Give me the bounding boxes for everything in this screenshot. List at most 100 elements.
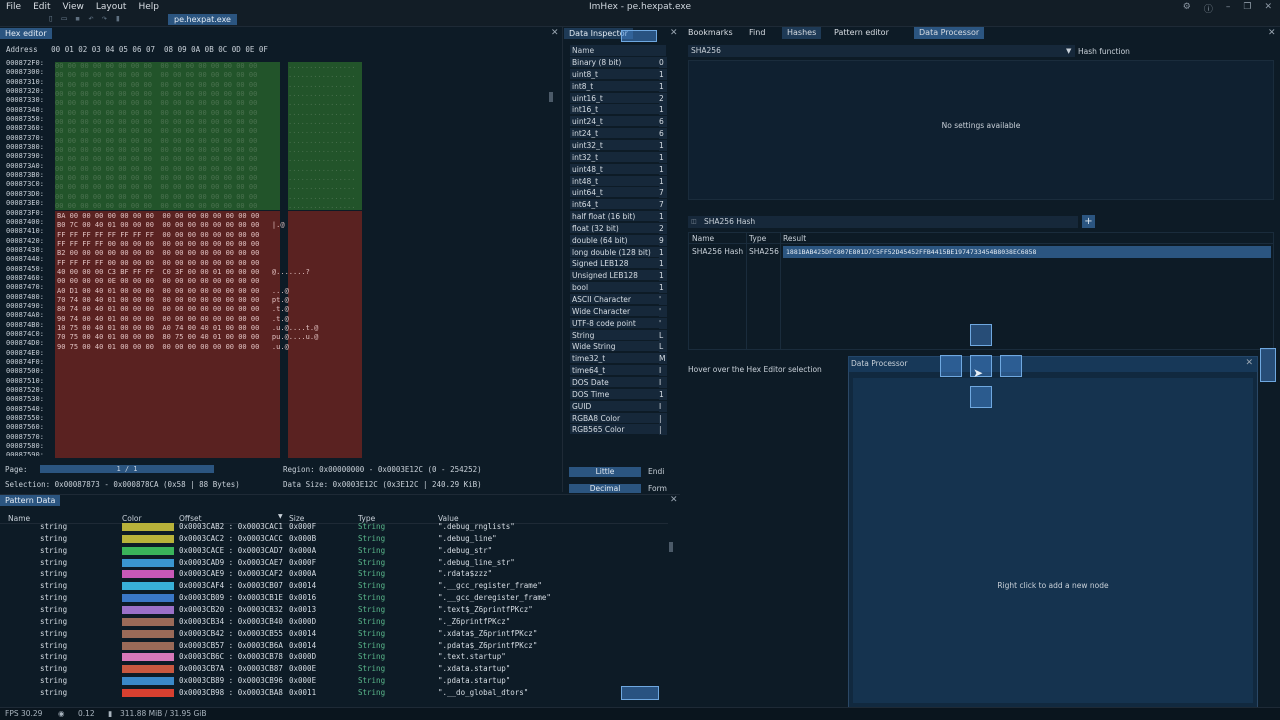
settings-icon[interactable]: ⚙ [1183,2,1191,15]
inspector-row-value[interactable]: 1 [659,139,667,151]
inspector-row-name[interactable]: String [570,329,666,341]
tab-bookmarks[interactable]: Bookmarks [683,27,738,39]
inspector-row-value[interactable]: 1 [659,282,667,294]
right-panel-close-icon[interactable]: ✕ [1268,28,1276,38]
save-icon[interactable]: ▪ [75,14,80,24]
open-file-icon[interactable]: ▭ [61,14,66,24]
inspector-row-name[interactable]: uint8_t [570,68,666,80]
inspector-close-icon[interactable]: ✕ [670,28,678,38]
tab-pattern-editor[interactable]: Pattern editor [829,27,894,39]
inspector-row-name[interactable]: Unsigned LEB128 [570,270,666,282]
dock-right-icon[interactable] [1000,355,1022,377]
inspector-row-name[interactable]: RGB565 Color [570,424,666,436]
add-hash-button[interactable]: + [1082,215,1095,228]
hex-row[interactable]: B0 7C 00 40 01 00 00 00 00 00 00 00 00 0… [57,221,357,230]
hex-row[interactable]: 00 00 00 00 0E 00 00 00 00 00 00 00 00 0… [57,277,357,286]
hex-row[interactable]: FF FF FF FF 00 00 00 00 00 00 00 00 00 0… [57,259,357,268]
inspector-row-name[interactable]: time64_t [570,365,666,377]
redo-icon[interactable]: ↷ [102,14,107,24]
pattern-row[interactable]: string 0x0003CB09 : 0x0003CB1E 0x0016 Strin… [0,592,668,604]
inspector-row-name[interactable]: uint64_t [570,187,666,199]
floating-close-icon[interactable]: ✕ [1245,358,1253,368]
chevron-down-icon[interactable]: ▼ [1066,45,1071,57]
inspector-row-value[interactable]: M [659,353,667,365]
hash-row-result[interactable]: 1881BAB425DFC807E801D7C5FF52D45452FFB441… [783,246,1271,258]
tab-pattern-data[interactable]: Pattern Data [0,495,61,506]
pattern-close-icon[interactable]: ✕ [670,495,678,505]
pattern-row[interactable]: string 0x0003CB20 : 0x0003CB32 0x0013 Strin… [0,604,668,616]
inspector-row-name[interactable]: GUID [570,400,666,412]
dock-top-icon[interactable] [970,324,992,346]
page-slider[interactable]: 1 / 1 [40,465,214,473]
format-toggle[interactable]: Decimal [569,484,641,493]
inspector-row-value[interactable]: L [659,329,667,341]
inspector-row-value[interactable]: ' [659,305,667,317]
inspector-row-name[interactable]: uint32_t [570,139,666,151]
pattern-row[interactable]: string 0x0003CAD9 : 0x0003CAE7 0x000F Strin… [0,557,668,569]
pattern-scrollbar[interactable] [669,542,673,552]
inspector-row-value[interactable]: ' [659,294,667,305]
inspector-row-value[interactable]: ' [659,317,667,329]
inspector-row-name[interactable]: float (32 bit) [570,222,666,234]
inspector-row-value[interactable]: 1 [659,68,667,80]
inspector-row-name[interactable]: uint48_t [570,163,666,175]
inspector-row-value[interactable]: 6 [659,128,667,140]
tab-data-processor[interactable]: Data Processor [914,27,985,39]
inspector-row-name[interactable]: int16_t [570,104,666,116]
pattern-row[interactable]: string 0x0003CB7A : 0x0003CB87 0x000E Strin… [0,663,668,675]
inspector-row-name[interactable]: int48_t [570,175,666,187]
inspector-row-value[interactable]: 1 [659,151,667,163]
info-icon[interactable]: ⓘ [1204,2,1213,15]
endian-toggle[interactable]: Little [569,467,641,477]
pattern-row[interactable]: string 0x0003CB42 : 0x0003CB55 0x0014 Strin… [0,628,668,640]
new-file-icon[interactable]: ▯ [48,14,53,24]
inspector-row-name[interactable]: int24_t [570,128,666,140]
inspector-row-name[interactable]: double (64 bit) [570,234,666,246]
inspector-row-value[interactable]: 9 [659,234,667,246]
inspector-row-name[interactable]: DOS Date [570,376,666,388]
inspector-row-name[interactable]: uint24_t [570,116,666,128]
hex-row[interactable]: 90 74 00 40 01 00 00 00 00 00 00 00 00 0… [57,315,357,324]
dock-edge-icon[interactable] [1260,348,1276,382]
green-highlight-region[interactable]: 00 00 00 00 00 00 00 00 00 00 00 00 00 0… [55,62,280,210]
hex-row[interactable]: B2 00 00 00 00 00 00 00 00 00 00 00 00 0… [57,249,357,258]
inspector-row-value[interactable]: | [659,412,667,424]
file-tab[interactable]: pe.hexpat.exe [168,14,237,25]
sort-desc-icon[interactable]: ▼ [278,513,283,520]
inspector-row-value[interactable]: 7 [659,187,667,199]
inspector-row-value[interactable]: | [659,424,667,436]
inspector-row-name[interactable]: Signed LEB128 [570,258,666,270]
hex-row[interactable]: A0 D1 00 40 01 00 00 00 00 00 00 00 00 0… [57,287,357,296]
inspector-row-name[interactable]: Wide Character [570,305,666,317]
inspector-row-value[interactable]: I [659,400,667,412]
inspector-row-value[interactable]: L [659,341,667,353]
hash-function-select[interactable]: SHA256 ▼ [688,45,1075,57]
hex-row[interactable]: 70 75 00 40 01 00 00 00 80 75 00 40 01 0… [57,333,357,342]
inspector-row-value[interactable]: 0 [659,57,667,68]
inspector-row-name[interactable]: DOS Time [570,388,666,400]
hex-row[interactable]: BA 00 00 00 00 00 00 00 00 00 00 00 00 0… [57,212,357,221]
inspector-row-value[interactable]: 1 [659,246,667,258]
tab-hex-editor[interactable]: Hex editor [0,28,52,39]
green-ascii-region[interactable]: ................ ................ ......… [288,62,362,210]
pattern-row[interactable]: string 0x0003CAC2 : 0x0003CACC 0x000B Strin… [0,533,668,545]
inspector-row-value[interactable]: 2 [659,222,667,234]
inspector-row-name[interactable]: long double (128 bit) [570,246,666,258]
inspector-row-name[interactable]: bool [570,282,666,294]
inspector-row-value[interactable]: 7 [659,199,667,211]
inspector-row-name[interactable]: ASCII Character [570,294,666,305]
undo-icon[interactable]: ↶ [88,14,93,24]
close-icon[interactable]: ✕ [1264,2,1272,15]
inspector-row-name[interactable]: uint16_t [570,92,666,104]
pattern-row[interactable]: string 0x0003CB34 : 0x0003CB40 0x000D Strin… [0,616,668,628]
inspector-row-value[interactable]: 1 [659,175,667,187]
inspector-row-name[interactable]: UTF-8 code point [570,317,666,329]
inspector-row-value[interactable]: 1 [659,258,667,270]
floating-title-bar[interactable]: Data Processor ✕ [848,356,1258,372]
maximize-icon[interactable]: ❐ [1243,2,1251,15]
inspector-row-value[interactable]: 2 [659,92,667,104]
pattern-row[interactable]: string 0x0003CACE : 0x0003CAD7 0x000A Strin… [0,545,668,557]
inspector-row-name[interactable]: int64_t [570,199,666,211]
inspector-row-name[interactable]: half float (16 bit) [570,211,666,223]
hex-row[interactable]: 80 74 00 40 01 00 00 00 00 00 00 00 00 0… [57,305,357,314]
